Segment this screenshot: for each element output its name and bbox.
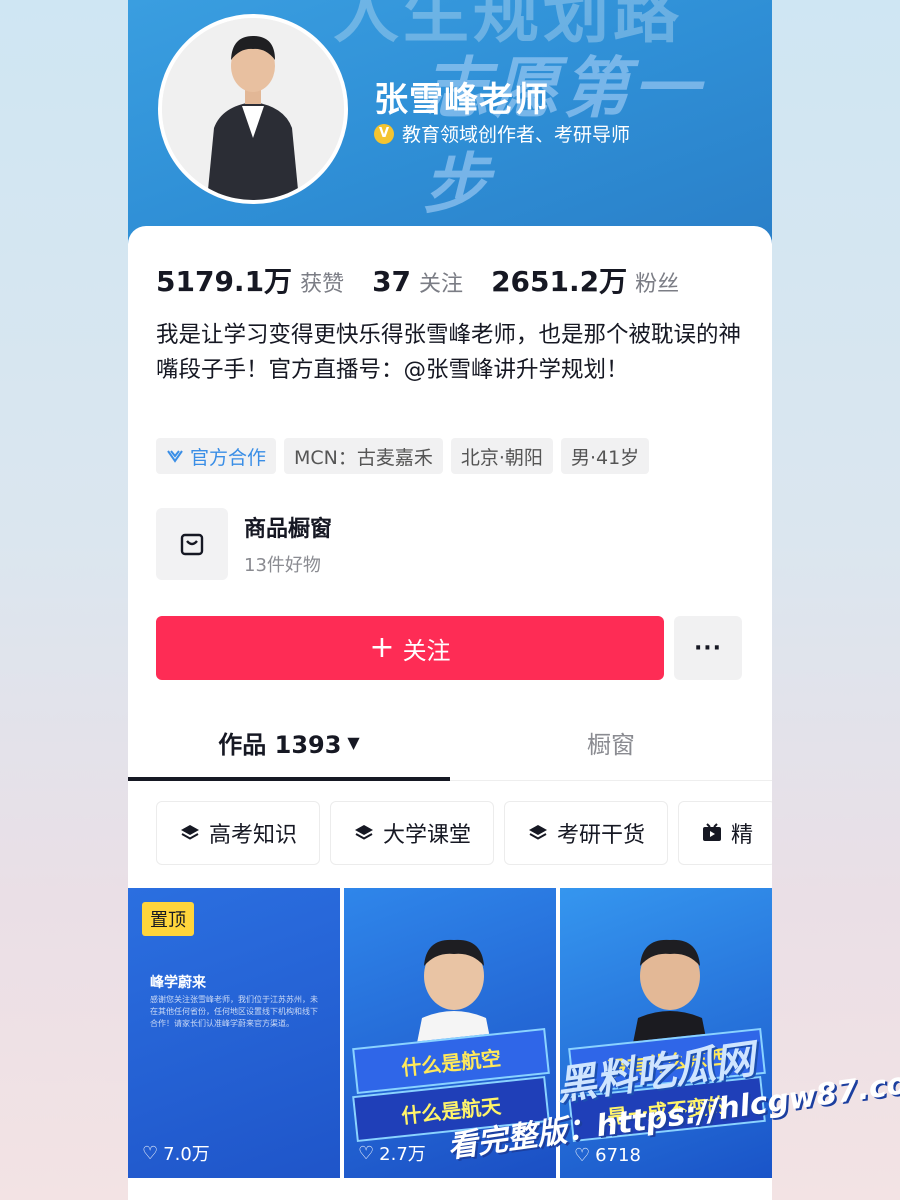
- like-count: ♡ 2.7万: [358, 1140, 426, 1166]
- chip-label: 大学课堂: [383, 823, 472, 848]
- shop-subtitle: 13件好物: [244, 555, 321, 576]
- follow-label: 关注: [402, 636, 451, 665]
- pinned-badge: 置顶: [142, 902, 194, 936]
- collection-chips: 高考知识 大学课堂 考研干货 精: [156, 801, 772, 865]
- stat-value: 2651.2万: [491, 265, 628, 298]
- chip-gaokao-knowledge[interactable]: 高考知识: [156, 801, 321, 865]
- like-count-value: 7.0万: [163, 1144, 210, 1165]
- tag-gender-age: 男·41岁: [560, 438, 650, 474]
- chip-university-class[interactable]: 大学课堂: [330, 801, 495, 865]
- layers-icon: [529, 825, 548, 840]
- tile-brand: 峰学蔚来: [150, 975, 206, 991]
- video-icon: [703, 823, 722, 841]
- profile-bio: 我是让学习变得更快乐得张雪峰老师，也是那个被耽误的神嘴段子手！官方直播号：@张雪…: [156, 322, 742, 383]
- stat-value: 37: [372, 265, 412, 298]
- verification-text: 教育领域创作者、考研导师: [402, 124, 631, 146]
- tab-works-label: 作品 1393: [218, 730, 342, 759]
- chip-kaoyan-tips[interactable]: 考研干货: [504, 801, 669, 865]
- verified-badge-icon: V: [374, 123, 394, 144]
- shop-window-entry[interactable]: 商品橱窗 13件好物: [156, 508, 332, 580]
- tag-label: 官方合作: [190, 446, 267, 469]
- tags-row: 官方合作 MCN：古麦嘉禾 北京·朝阳 男·41岁: [156, 438, 650, 474]
- chip-label: 高考知识: [209, 823, 298, 848]
- handshake-icon: [167, 450, 183, 463]
- stat-following[interactable]: 37 关注: [372, 265, 463, 298]
- chip-featured[interactable]: 精: [678, 801, 772, 865]
- heart-icon: ♡: [142, 1142, 159, 1164]
- stat-likes[interactable]: 5179.1万 获赞: [156, 260, 344, 300]
- plus-icon: +: [369, 630, 395, 665]
- stat-label: 获赞: [300, 272, 345, 297]
- stat-value: 5179.1万: [156, 265, 293, 298]
- stat-label: 关注: [419, 272, 464, 297]
- tag-mcn[interactable]: MCN：古麦嘉禾: [284, 438, 443, 474]
- shopping-bag-icon: [156, 508, 228, 580]
- stats-row: 5179.1万 获赞 37 关注 2651.2万 粉丝: [156, 260, 707, 300]
- layers-icon: [181, 825, 199, 840]
- like-count-value: 6718: [595, 1145, 641, 1166]
- more-options-button[interactable]: ···: [674, 616, 742, 680]
- video-tile[interactable]: 置顶 峰学蔚来 感谢您关注张雪峰老师，我们位于江苏苏州，未在其他任何省份，任何地…: [128, 888, 340, 1178]
- chip-label: 考研干货: [557, 823, 646, 848]
- layers-icon: [355, 825, 374, 840]
- tag-official-cooperation[interactable]: 官方合作: [156, 438, 277, 474]
- content-tabs: 作品 1393 ▼ 橱窗: [128, 704, 772, 781]
- profile-name: 张雪峰老师: [374, 80, 549, 120]
- tile-notice-text: 感谢您关注张雪峰老师，我们位于江苏苏州，未在其他任何省份，任何地区设置线下机构和…: [150, 995, 318, 1028]
- tag-location[interactable]: 北京·朝阳: [450, 438, 553, 474]
- avatar[interactable]: [158, 14, 348, 204]
- shop-title: 商品橱窗: [244, 517, 333, 542]
- avatar-person-icon: [162, 18, 344, 200]
- active-tab-indicator: [128, 777, 450, 781]
- chip-label: 精: [731, 823, 754, 848]
- stat-label: 粉丝: [635, 272, 680, 297]
- like-count: ♡ 7.0万: [142, 1140, 210, 1166]
- follow-button[interactable]: + 关注: [156, 616, 664, 680]
- like-count: ♡ 6718: [574, 1145, 641, 1166]
- profile-screen: 人生规划路 志愿第一步 张雪峰老师 V 教育领域创作者、考研导师 5179.1万…: [128, 0, 772, 1200]
- tab-works[interactable]: 作品 1393 ▼: [128, 704, 450, 780]
- like-count-value: 2.7万: [379, 1144, 426, 1165]
- profile-banner: 人生规划路 志愿第一步 张雪峰老师 V 教育领域创作者、考研导师: [128, 0, 772, 250]
- heart-icon: ♡: [358, 1142, 375, 1164]
- stat-followers[interactable]: 2651.2万 粉丝: [491, 260, 679, 300]
- tab-showcase[interactable]: 橱窗: [450, 704, 772, 780]
- caret-down-icon: ▼: [347, 732, 360, 752]
- verification-row: V 教育领域创作者、考研导师: [374, 120, 630, 147]
